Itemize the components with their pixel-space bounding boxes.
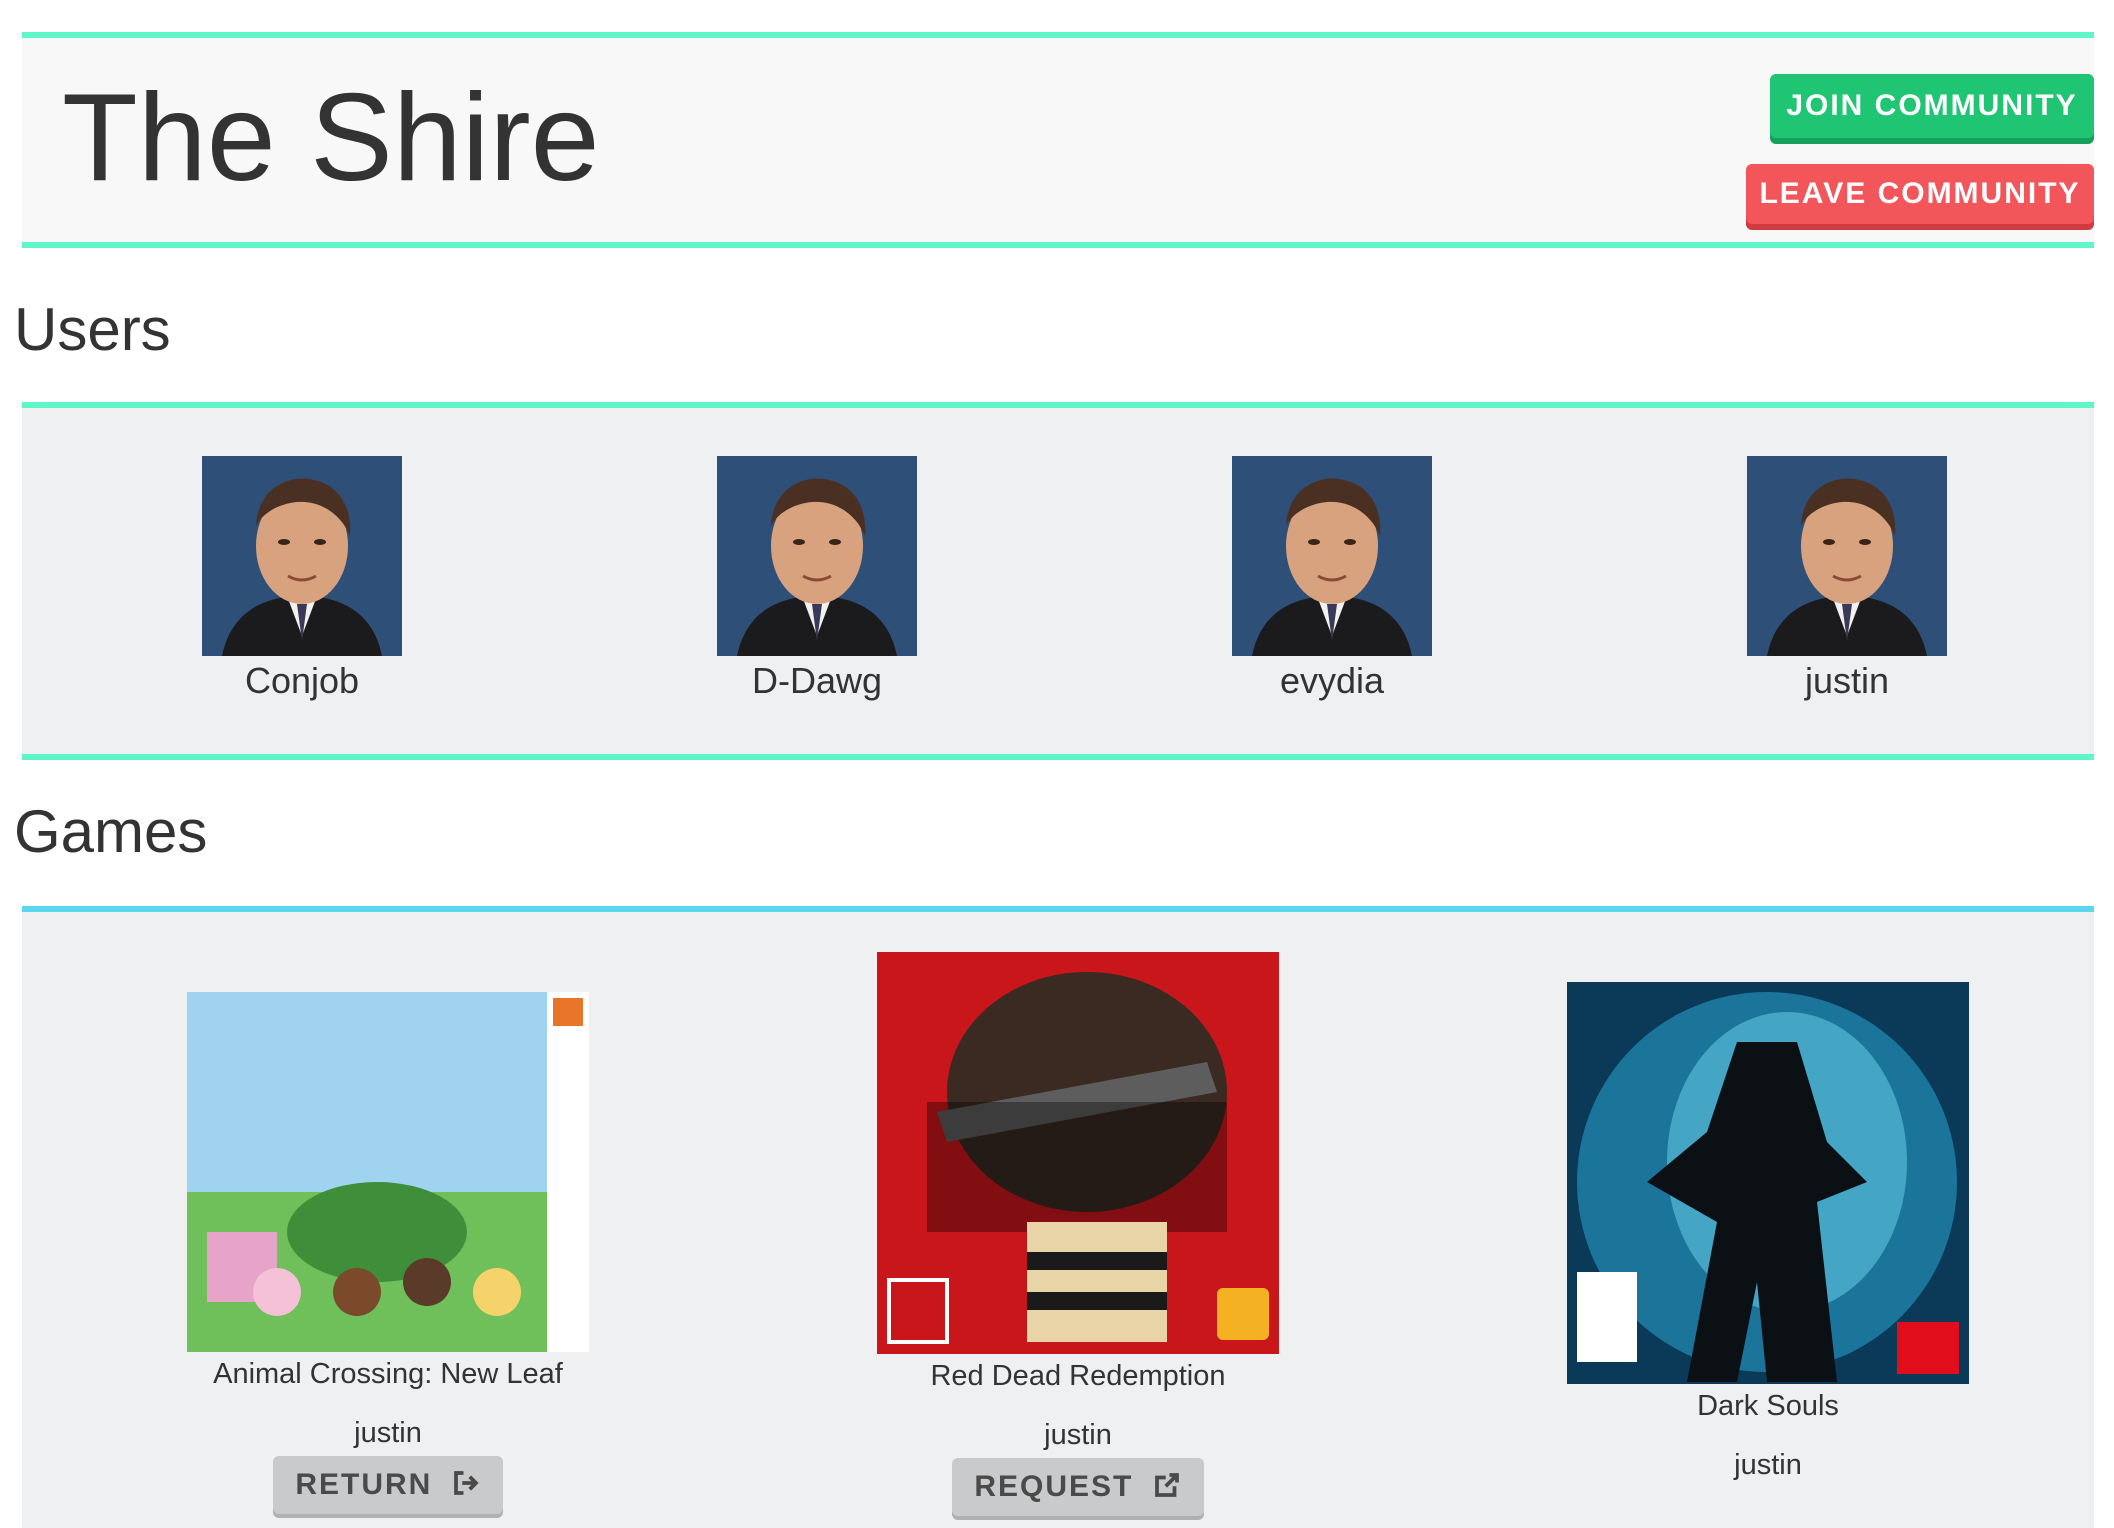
join-community-button[interactable]: JOIN COMMUNITY (1770, 74, 2094, 138)
game-title[interactable]: Dark Souls (1528, 1390, 2008, 1423)
game-card[interactable]: Red Dead Redemption justin REQUEST (838, 952, 1318, 1516)
user-card[interactable]: justin (1717, 456, 1977, 702)
game-owner: justin (1734, 1449, 1802, 1481)
game-title[interactable]: Red Dead Redemption (838, 1360, 1318, 1393)
users-section-title: Users (14, 296, 171, 363)
user-avatar[interactable] (1232, 456, 1432, 656)
users-list: Conjob D-Dawg evydia justin (22, 402, 2094, 760)
return-label: RETURN (295, 1468, 433, 1501)
user-avatar[interactable] (717, 456, 917, 656)
user-name[interactable]: Conjob (172, 660, 432, 702)
user-avatar[interactable] (1747, 456, 1947, 656)
user-card[interactable]: Conjob (172, 456, 432, 702)
page-title: The Shire (62, 69, 600, 207)
user-name[interactable]: D-Dawg (687, 660, 947, 702)
request-label: REQUEST (974, 1470, 1134, 1503)
games-list: Animal Crossing: New Leaf justin RETURN … (22, 906, 2094, 1528)
game-cover[interactable] (877, 952, 1279, 1354)
return-game-button[interactable]: RETURN (273, 1456, 503, 1514)
user-card[interactable]: D-Dawg (687, 456, 947, 702)
game-card[interactable]: Animal Crossing: New Leaf justin RETURN (148, 992, 628, 1514)
game-cover[interactable] (1567, 982, 1969, 1384)
leave-community-button[interactable]: LEAVE COMMUNITY (1746, 164, 2094, 224)
user-card[interactable]: evydia (1202, 456, 1462, 702)
request-game-button[interactable]: REQUEST (952, 1458, 1204, 1516)
external-link-icon (1154, 1473, 1179, 1497)
game-card[interactable]: Dark Souls justin (1528, 982, 2008, 1482)
sign-out-icon (453, 1471, 479, 1495)
games-section-title: Games (14, 798, 208, 865)
user-name[interactable]: evydia (1202, 660, 1462, 702)
user-avatar[interactable] (202, 456, 402, 656)
game-cover[interactable] (187, 992, 589, 1352)
game-title[interactable]: Animal Crossing: New Leaf (148, 1358, 628, 1391)
user-name[interactable]: justin (1717, 660, 1977, 702)
game-owner: justin (354, 1417, 422, 1449)
game-owner: justin (1044, 1419, 1112, 1451)
community-header: The Shire JOIN COMMUNITY LEAVE COMMUNITY (22, 32, 2094, 248)
